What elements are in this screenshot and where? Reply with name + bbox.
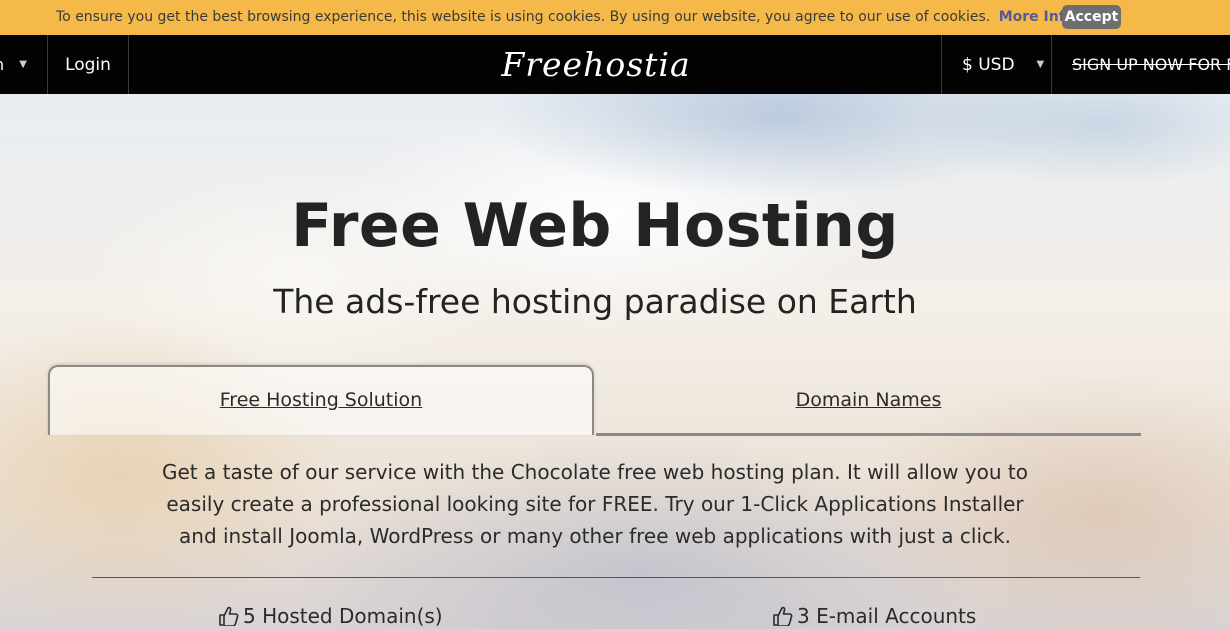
feature-label: 3 E-mail Accounts — [797, 604, 977, 628]
currency-label: $ USD — [962, 54, 1015, 75]
tab-domain-names[interactable]: Domain Names — [596, 389, 1141, 411]
feature-hosted-domains: 5 Hosted Domain(s) — [218, 604, 443, 628]
cookie-notice-bar: To ensure you get the best browsing expe… — [0, 0, 1230, 35]
language-selector[interactable]: n ▼ — [0, 35, 48, 94]
cookie-notice-text: To ensure you get the best browsing expe… — [56, 9, 991, 25]
thumbs-up-icon — [773, 606, 793, 626]
tab-divider-line — [596, 433, 1141, 436]
feature-email-accounts: 3 E-mail Accounts — [772, 604, 976, 628]
accept-cookies-button[interactable]: Accept — [1062, 5, 1121, 29]
feature-label: 5 Hosted Domain(s) — [243, 604, 443, 628]
plan-description: Get a taste of our service with the Choc… — [161, 460, 1028, 548]
page-subtitle: The ads-free hosting paradise on Earth — [273, 282, 917, 321]
freehostia-logo[interactable]: Freehostia — [501, 41, 689, 87]
login-link[interactable]: Login — [48, 35, 129, 94]
chevron-down-icon: ▼ — [1036, 59, 1045, 70]
thumbs-up-icon — [219, 606, 239, 626]
currency-selector[interactable]: $ USD ▼ — [941, 35, 1052, 94]
top-navigation: n ▼ Login Freehostia $ USD ▼ SIGN UP NOW… — [0, 35, 1230, 94]
language-label: n — [0, 55, 4, 74]
cookie-notice: To ensure you get the best browsing expe… — [56, 9, 1080, 25]
chevron-down-icon: ▼ — [19, 59, 27, 70]
tab-free-hosting-solution[interactable]: Free Hosting Solution — [48, 389, 594, 411]
section-divider — [92, 577, 1140, 578]
signup-link[interactable]: SIGN UP NOW FOR FR — [1053, 35, 1230, 94]
page-title: Free Web Hosting — [291, 191, 899, 261]
